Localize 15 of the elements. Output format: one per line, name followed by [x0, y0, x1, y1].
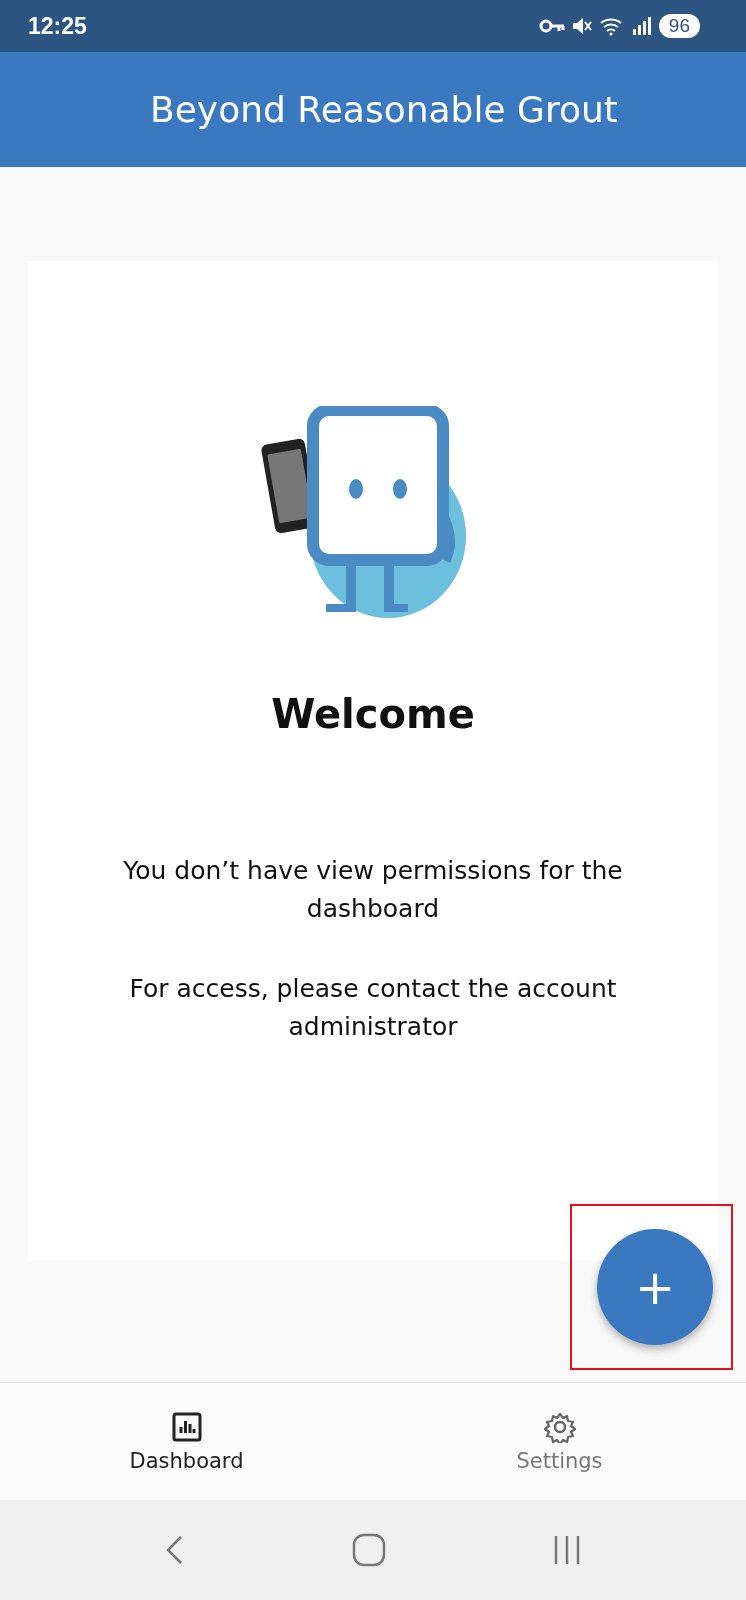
mute-icon: [570, 16, 593, 36]
add-button[interactable]: +: [597, 1229, 713, 1345]
nav-tab[interactable]: Settings: [373, 1383, 746, 1500]
home-icon: [352, 1533, 386, 1567]
message-text: You don’t have view permissions for the dashboard: [122, 855, 624, 925]
settings-icon: [543, 1410, 576, 1443]
message-text: For access, please contact the account administrator: [128, 973, 618, 1043]
app-title: Beyond Reasonable Grout: [150, 89, 618, 130]
battery-level: 96: [658, 14, 700, 38]
welcome-heading: Welcome: [271, 691, 475, 737]
status-time: 12:25: [28, 12, 87, 40]
signal-icon: [630, 16, 653, 36]
bar-chart-icon: [170, 1410, 203, 1443]
key-icon: [538, 18, 565, 34]
nav-tab[interactable]: Dashboard: [0, 1383, 373, 1500]
